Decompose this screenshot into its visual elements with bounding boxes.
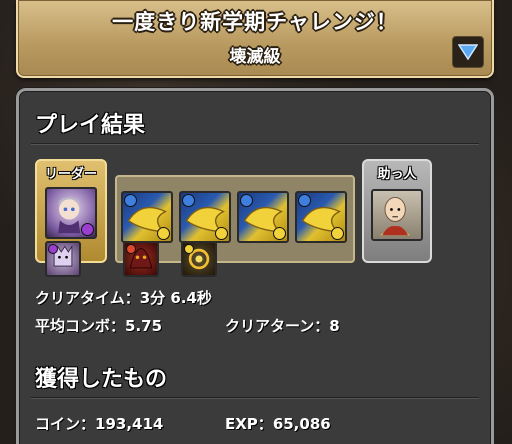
helper-slot[interactable]: 助っ人 xyxy=(362,159,432,263)
dungeon-title: 一度きり新学期チャレンジ！ xyxy=(112,10,398,34)
exp-row: EXP：65,086 xyxy=(225,413,331,434)
sub-assist-2-icon[interactable] xyxy=(181,241,217,277)
triangle-down-icon xyxy=(458,44,478,61)
water-attribute-icon xyxy=(240,194,253,207)
clear-turns-value: 8 xyxy=(329,317,340,335)
play-result-title: プレイ結果 xyxy=(35,113,146,138)
dark-attribute-icon xyxy=(48,244,58,254)
clear-turns-row: クリアターン：8 xyxy=(225,315,340,336)
water-attribute-icon xyxy=(124,194,137,207)
exp-label: EXP： xyxy=(225,415,273,433)
rewards-title: 獲得したもの xyxy=(35,367,168,392)
dungeon-banner: 一度きり新学期チャレンジ！ 壊滅級 xyxy=(16,0,494,78)
light-attribute-icon xyxy=(184,244,194,254)
avg-combo-value: 5.75 xyxy=(125,317,163,335)
clear-time-row: クリアタイム：3分 6.4秒 xyxy=(35,287,212,308)
avg-combo-row: 平均コンボ：5.75 xyxy=(35,315,162,336)
leader-label: リーダー xyxy=(44,167,97,182)
helper-label: 助っ人 xyxy=(377,167,417,182)
divider xyxy=(31,143,479,145)
dark-attribute-icon xyxy=(81,223,94,236)
light-attribute-icon xyxy=(331,227,344,240)
fire-attribute-icon xyxy=(126,244,136,254)
sub-monster-3-icon[interactable] xyxy=(237,191,289,243)
sub-monster-1-icon[interactable] xyxy=(121,191,173,243)
sub-assist-1-icon[interactable] xyxy=(123,241,159,277)
leader-monster-icon[interactable] xyxy=(45,187,97,239)
divider xyxy=(31,397,479,399)
result-panel: プレイ結果 リーダー 助っ人 クリアタイム：3分 6.4秒 平均コンボ：5.75… xyxy=(16,88,494,444)
clear-time-value: 3分 6.4秒 xyxy=(139,289,212,307)
avg-combo-label: 平均コンボ： xyxy=(35,317,126,335)
light-attribute-icon xyxy=(215,227,228,240)
clear-turns-label: クリアターン： xyxy=(225,317,330,335)
sub-monster-2-icon[interactable] xyxy=(179,191,231,243)
coin-row: コイン：193,414 xyxy=(35,413,163,434)
coin-label: コイン： xyxy=(35,415,96,433)
dropdown-button[interactable] xyxy=(452,36,484,68)
sub-monster-4-icon[interactable] xyxy=(295,191,347,243)
light-attribute-icon xyxy=(273,227,286,240)
water-attribute-icon xyxy=(298,194,311,207)
light-attribute-icon xyxy=(157,227,170,240)
helper-monster-icon[interactable] xyxy=(371,189,423,241)
difficulty-label: 壊滅級 xyxy=(229,47,281,67)
clear-time-label: クリアタイム： xyxy=(35,289,140,307)
exp-value: 65,086 xyxy=(272,415,331,433)
water-attribute-icon xyxy=(182,194,195,207)
leader-assist-icon[interactable] xyxy=(45,241,81,277)
coin-value: 193,414 xyxy=(95,415,164,433)
